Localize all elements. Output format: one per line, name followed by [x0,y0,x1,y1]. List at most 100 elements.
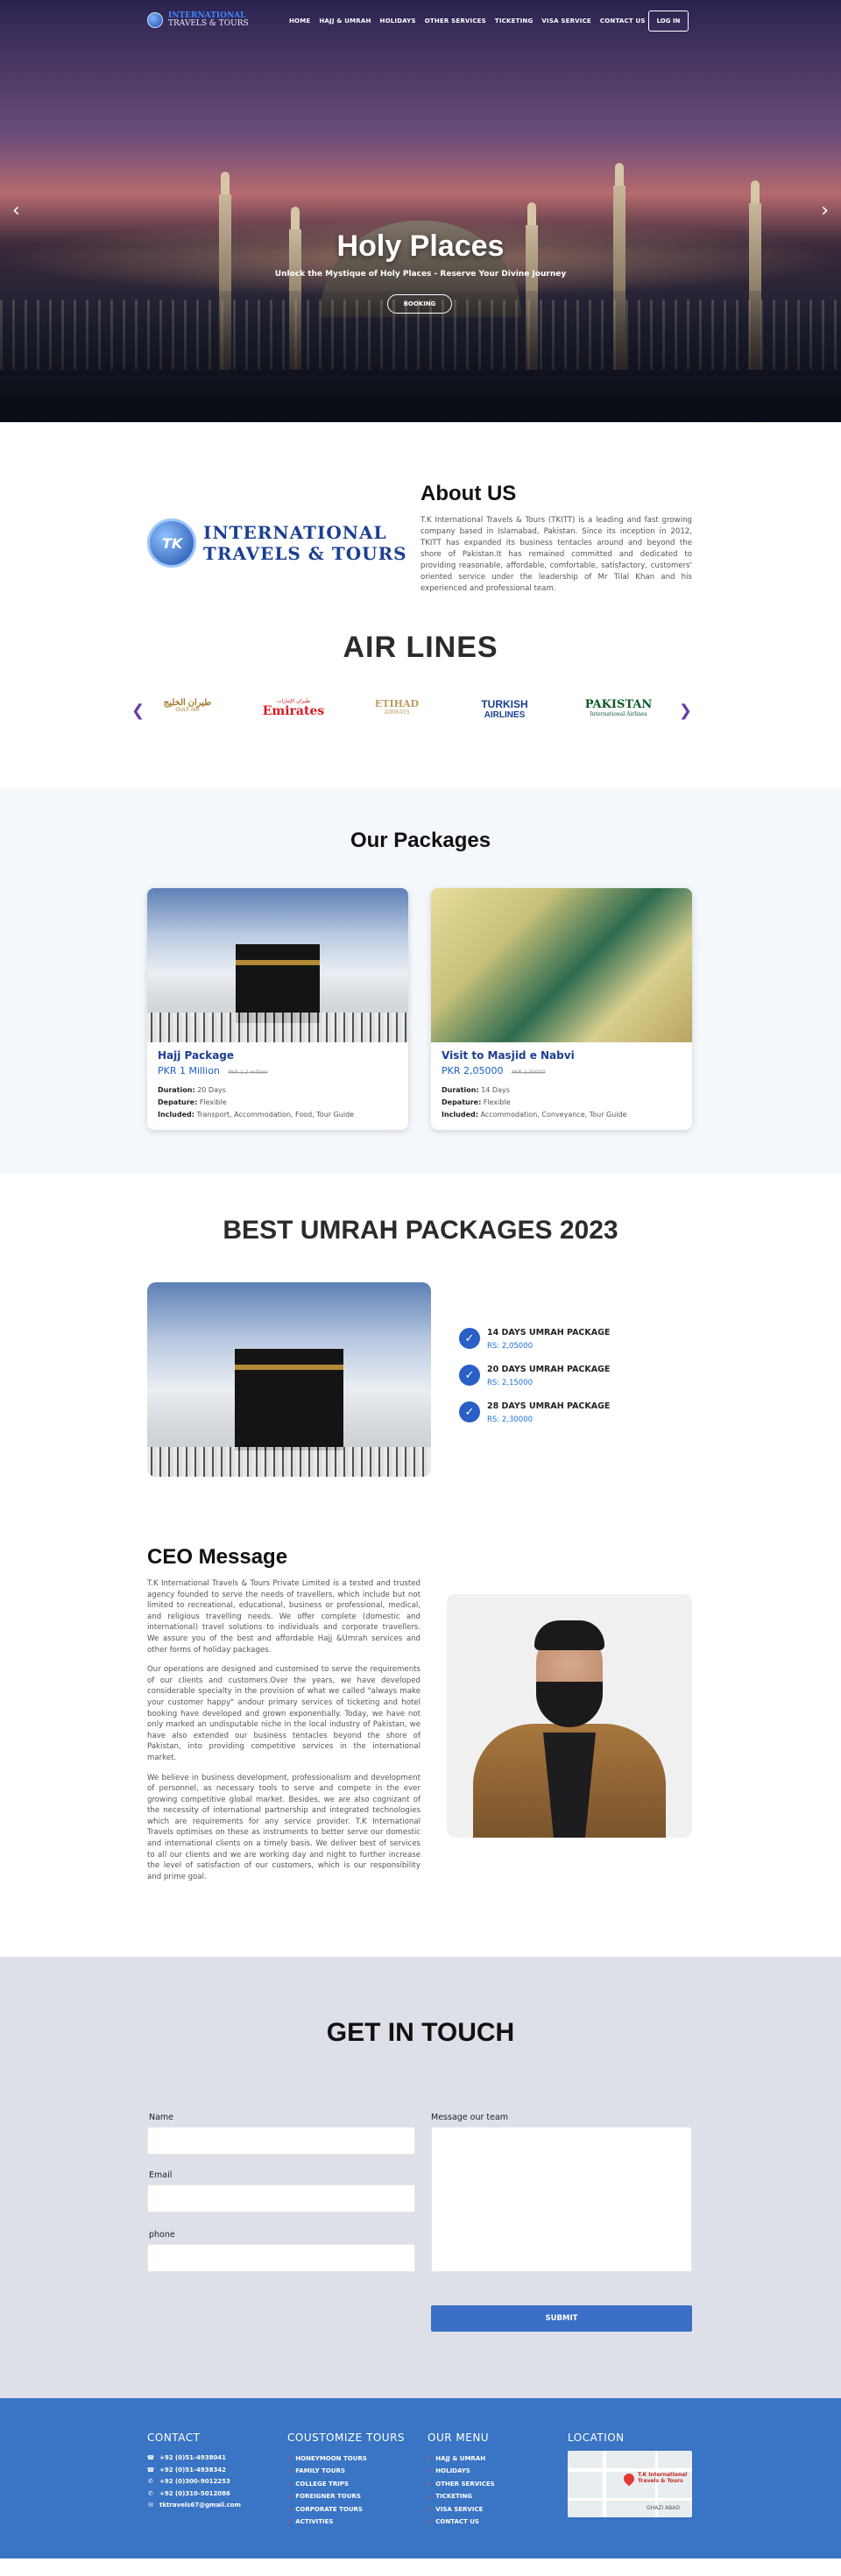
chevron-right-icon: › [428,2492,431,2501]
package-name[interactable]: Hajj Package [158,1049,234,1062]
chevron-right-icon: › [287,2467,291,2475]
chevron-right-icon: › [287,2517,291,2526]
airline-logo-etihad: ETIHAD AIRWAYS [359,698,435,716]
carousel-prev-icon[interactable]: ❮ [131,702,145,720]
menu-home[interactable]: HOME [289,18,310,25]
package-old-price: PKR 2,30000 [511,1069,546,1076]
site-logo[interactable]: INTERNATIONAL TRAVELS & TOURS [147,12,249,28]
map-pin-icon [621,2471,637,2487]
message-label: Message our team [431,2113,509,2122]
contact-phone-item[interactable]: ☎ +92 (0)51-4938041 [147,2454,241,2461]
carousel-next-icon[interactable]: ❯ [679,702,692,720]
package-name[interactable]: Visit to Masjid e Nabvi [442,1049,575,1062]
menu-contact-us[interactable]: CONTACT US [600,18,646,25]
login-button[interactable]: LOG IN [648,11,689,32]
umrah-package-price: RS: 2,30000 [487,1415,534,1424]
about-title: About US [420,482,517,505]
main-menu: HOME HAJJ & UMRAH HOLIDAYS OTHER SERVICE… [289,18,646,25]
airline-name: Emirates [262,704,325,718]
packages-title: Our Packages [350,829,491,852]
logo-line2: TRAVELS & TOURS [168,19,249,28]
chevron-right-icon: › [428,2454,431,2462]
menu-holidays[interactable]: HOLIDAYS [380,18,416,25]
footer-menu-link[interactable]: › TICKETING [428,2493,495,2501]
contact-phone-item[interactable]: ✆ +92 (0)300-9012253 [147,2478,241,2485]
airlines-carousel: ❮ طيران الخليج GULF AIR طيران الإمارات E… [131,689,692,733]
footer-menu-link[interactable]: › HAJJ & UMRAH [428,2454,495,2462]
package-price-value: PKR 2,05000 [442,1065,504,1076]
map-road [568,2498,692,2501]
footer-menu-link[interactable]: › OTHER SERVICES [428,2480,495,2488]
footer-menu-link[interactable]: › CONTACT US [428,2518,495,2526]
slider-next-icon[interactable]: › [821,200,829,222]
footer-contact-title: CONTACT [147,2431,201,2444]
contact-email-item[interactable]: ✉ tktravels67@gmail.com [147,2502,241,2509]
package-card-masjid-nabvi[interactable]: Visit to Masjid e Nabvi PKR 2,05000 PKR … [431,888,692,1130]
menu-visa-service[interactable]: VISA SERVICE [541,18,590,25]
footer-menu-link[interactable]: › VISA SERVICE [428,2505,495,2513]
hair-shape [534,1620,604,1650]
airline-sub: GULF AIR [175,708,200,713]
contact-phone-item[interactable]: ☎ +92 (0)51-4938342 [147,2467,241,2474]
footer-menu-link[interactable]: › HOLIDAYS [428,2467,495,2475]
tour-link[interactable]: › HONEYMOON TOURS [287,2454,367,2462]
email-input[interactable] [147,2184,415,2213]
airline-sub: طيران الإمارات [276,698,311,704]
chevron-right-icon: › [287,2505,291,2513]
tour-link[interactable]: › FAMILY TOURS [287,2467,367,2475]
footer-menu-list: › HAJJ & UMRAH › HOLIDAYS › OTHER SERVICES … [428,2454,495,2530]
email-label: Email [149,2170,173,2180]
tour-link[interactable]: › COLLEGE TRIPS [287,2480,367,2488]
airline-name: TURKISH [481,698,528,710]
airline-name: طيران الخليج [163,698,212,708]
phone-input[interactable] [147,2244,415,2272]
booking-button[interactable]: BOOKING [387,294,452,314]
chevron-right-icon: › [428,2467,431,2475]
slider-prev-icon[interactable]: ‹ [12,200,20,222]
package-included: Included: Transport, Accommodation, Food… [158,1111,355,1119]
name-input[interactable] [147,2127,415,2155]
airline-logo-gulf-air: طيران الخليج GULF AIR [147,698,228,713]
menu-other-services[interactable]: OTHER SERVICES [425,18,486,25]
ceo-paragraph: Our operations are designed and customis… [147,1665,420,1762]
company-logo-line1: INTERNATIONAL [203,522,387,543]
airline-sub: International Airlines [590,711,647,717]
message-textarea[interactable] [431,2127,692,2272]
contact-title: GET IN TOUCH [326,2018,515,2047]
ceo-paragraph: T.K International Travels & Tours Privat… [147,1579,420,1655]
map-place-label: T.K International Travels & Tours [638,2472,688,2484]
tour-link[interactable]: › ACTIVITIES [287,2518,367,2526]
location-map[interactable]: T.K International Travels & Tours GHAZI … [568,2451,692,2517]
umrah-package-item[interactable]: ✓ 28 DAYS UMRAH PACKAGE RS: 2,30000 [459,1401,610,1424]
contact-phone-item[interactable]: ✆ +92 (0)310-5012086 [147,2490,241,2497]
tour-link[interactable]: › FOREIGNER TOURS [287,2493,367,2501]
umrah-package-item[interactable]: ✓ 14 DAYS UMRAH PACKAGE RS: 2,05000 [459,1328,610,1351]
airline-sub: AIRWAYS [384,709,410,716]
submit-button[interactable]: SUBMIT [431,2305,692,2332]
package-price: PKR 2,05000 PKR 2,30000 [442,1065,545,1076]
kaaba-shape [236,944,320,1023]
umrah-package-title: 14 DAYS UMRAH PACKAGE [487,1328,611,1337]
airlines-section: AIR LINES ❮ طيران الخليج GULF AIR طيران … [0,615,841,788]
phone-label: phone [149,2230,175,2240]
tour-link[interactable]: › CORPORATE TOURS [287,2505,367,2513]
kaaba-image [147,888,408,1042]
menu-ticketing[interactable]: TICKETING [495,18,534,25]
footer-tours-title: COUSTOMIZE TOURS [287,2431,406,2444]
umrah-package-title: 28 DAYS UMRAH PACKAGE [487,1401,611,1411]
package-card-hajj[interactable]: Hajj Package PKR 1 Million PKR 1.2 milli… [147,888,408,1130]
company-logo-text: INTERNATIONAL TRAVELS & TOURS [203,522,407,564]
umrah-kaaba-image [147,1282,431,1477]
chevron-right-icon: › [428,2480,431,2488]
chevron-right-icon: › [287,2492,291,2501]
chevron-right-icon: › [287,2480,291,2488]
package-departure: Depature: Flexible [442,1098,511,1106]
package-departure: Depature: Flexible [158,1098,227,1106]
check-icon: ✓ [459,1401,480,1422]
check-icon: ✓ [459,1365,480,1386]
ceo-portrait [447,1594,692,1838]
umrah-section: BEST UMRAH PACKAGES 2023 ✓ 14 DAYS UMRAH… [0,1174,841,1536]
umrah-package-item[interactable]: ✓ 20 DAYS UMRAH PACKAGE RS: 2,15000 [459,1365,610,1387]
airline-sub: AIRLINES [484,710,526,720]
menu-hajj-umrah[interactable]: HAJJ & UMRAH [319,18,371,25]
